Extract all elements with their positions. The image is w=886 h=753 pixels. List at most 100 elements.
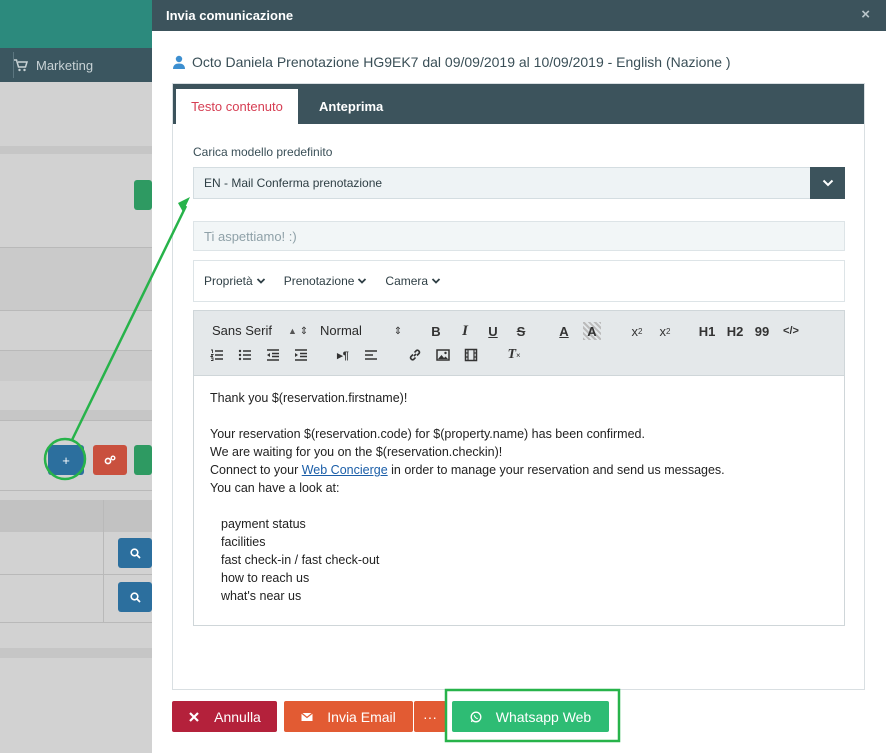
superscript-mark: 2 bbox=[666, 326, 671, 336]
template-label: Carica modello predefinito bbox=[193, 145, 333, 159]
guest-reservation-info: Octo Daniela Prenotazione HG9EK7 dal 09/… bbox=[172, 54, 731, 70]
guest-line-text: Octo Daniela Prenotazione HG9EK7 dal 09/… bbox=[192, 54, 731, 70]
clear-format-icon[interactable]: T × bbox=[505, 346, 523, 364]
send-email-button-label: Invia Email bbox=[327, 708, 396, 725]
tab-anteprima[interactable]: Anteprima bbox=[319, 89, 383, 124]
chevron-down-icon[interactable] bbox=[810, 167, 845, 199]
underline-icon[interactable]: U bbox=[484, 322, 502, 340]
template-select-value: EN - Mail Conferma prenotazione bbox=[204, 176, 383, 190]
bg-divider bbox=[0, 490, 152, 491]
email-body-editor[interactable]: Thank you $(reservation.firstname)! Your… bbox=[193, 376, 845, 626]
editor-toolbar: Sans Serif ▲ Normal ⇕ ⇕ B I U S A A x2 x… bbox=[193, 310, 845, 376]
strikethrough-icon[interactable]: S bbox=[512, 322, 530, 340]
sort-icon: ⇕ bbox=[393, 325, 403, 337]
bg-band bbox=[0, 410, 152, 420]
list-item: payment status bbox=[221, 517, 306, 531]
body-text: in order to manage your reservation and … bbox=[387, 463, 725, 477]
send-email-button[interactable]: Invia Email bbox=[284, 701, 413, 732]
tab-bar: Testo contenuto Anteprima bbox=[173, 84, 864, 124]
dropdown-prenotazione[interactable]: Prenotazione bbox=[284, 274, 368, 288]
blockquote-icon[interactable]: 99 bbox=[753, 322, 771, 340]
body-line: Your reservation $(reservation.code) for… bbox=[210, 427, 645, 441]
text-direction-icon[interactable]: ▸¶ bbox=[334, 346, 352, 364]
code-icon[interactable]: </> bbox=[780, 322, 802, 340]
nav-item-label: Marketing bbox=[36, 57, 94, 73]
bold-icon[interactable]: B bbox=[427, 322, 445, 340]
send-communication-modal: Invia comunicazione × Octo Daniela Preno… bbox=[152, 0, 886, 753]
search-icon bbox=[118, 538, 152, 568]
background-topbar bbox=[0, 0, 152, 48]
bg-red-button bbox=[93, 445, 127, 475]
list-item: fast check-in / fast check-out bbox=[221, 553, 380, 567]
close-icon[interactable]: × bbox=[861, 6, 870, 23]
web-concierge-link[interactable]: Web Concierge bbox=[302, 463, 388, 477]
template-select[interactable]: EN - Mail Conferma prenotazione bbox=[193, 167, 845, 199]
cogs-icon bbox=[104, 455, 116, 465]
bg-divider bbox=[0, 622, 152, 623]
body-text: Connect to your bbox=[210, 463, 302, 477]
body-line: You can have a look at: bbox=[210, 481, 340, 495]
tab-testo-contenuto[interactable]: Testo contenuto bbox=[176, 89, 298, 124]
bg-table-header bbox=[0, 500, 152, 532]
whatsapp-web-button-label: Whatsapp Web bbox=[495, 708, 592, 725]
dropdown-proprieta[interactable]: Proprietà bbox=[204, 274, 266, 288]
italic-icon[interactable]: I bbox=[456, 322, 474, 340]
bg-divider bbox=[0, 574, 152, 575]
text-color-icon[interactable]: A bbox=[555, 322, 573, 340]
image-icon[interactable] bbox=[434, 346, 452, 364]
body-greeting: Thank you $(reservation.firstname)! bbox=[210, 391, 408, 405]
subscript-icon[interactable]: x2 bbox=[626, 322, 648, 340]
list-item: facilities bbox=[221, 535, 266, 549]
bullet-list-icon[interactable] bbox=[236, 346, 254, 364]
user-icon bbox=[173, 55, 185, 69]
outdent-icon[interactable] bbox=[264, 346, 282, 364]
bg-green-button bbox=[134, 445, 152, 475]
font-size-select[interactable]: Normal bbox=[320, 323, 362, 338]
list-item: what's near us bbox=[221, 589, 302, 603]
dropdown-label: Prenotazione bbox=[283, 274, 355, 288]
link-icon[interactable] bbox=[406, 346, 424, 364]
dropdown-label: Camera bbox=[385, 274, 429, 288]
dropdown-label: Proprietà bbox=[204, 274, 253, 288]
video-icon[interactable] bbox=[462, 346, 480, 364]
modal-title: Invia comunicazione bbox=[166, 8, 294, 23]
heading-1-icon[interactable]: H1 bbox=[696, 322, 718, 340]
whatsapp-web-button[interactable]: Whatsapp Web bbox=[452, 701, 609, 732]
search-icon bbox=[118, 582, 152, 612]
chevron-down-icon bbox=[256, 278, 265, 284]
bg-band bbox=[0, 146, 152, 154]
envelope-icon bbox=[301, 712, 314, 721]
font-size-value: Normal bbox=[320, 323, 362, 338]
heading-2-icon[interactable]: H2 bbox=[724, 322, 746, 340]
modal-header: Invia comunicazione × bbox=[152, 0, 886, 31]
nav-item-marketing[interactable]: Marketing bbox=[14, 48, 93, 82]
font-family-select[interactable]: Sans Serif ▲ bbox=[212, 323, 297, 338]
whatsapp-icon bbox=[470, 711, 482, 722]
cart-icon bbox=[14, 58, 28, 71]
body-line: We are waiting for you on the $(reservat… bbox=[210, 445, 503, 459]
font-family-value: Sans Serif bbox=[212, 323, 272, 338]
dropdown-camera[interactable]: Camera bbox=[385, 274, 441, 288]
chevron-down-icon bbox=[431, 278, 441, 284]
bg-column-divider bbox=[103, 500, 104, 622]
ordered-list-icon[interactable] bbox=[208, 346, 226, 364]
indent-icon[interactable] bbox=[292, 346, 310, 364]
bg-band bbox=[0, 648, 152, 658]
placeholder-menu-bar: Proprietà Prenotazione Camera bbox=[193, 260, 845, 302]
add-icon: + bbox=[48, 445, 84, 475]
close-icon bbox=[189, 711, 199, 722]
bg-band bbox=[0, 248, 152, 310]
bg-band bbox=[0, 351, 152, 381]
superscript-icon[interactable]: x2 bbox=[654, 322, 676, 340]
bg-green-button bbox=[134, 180, 152, 210]
sort-icon: ⇕ bbox=[299, 325, 309, 337]
cancel-button-label: Annulla bbox=[214, 708, 261, 725]
subject-input[interactable] bbox=[193, 221, 845, 251]
cancel-button[interactable]: Annulla bbox=[172, 701, 277, 732]
background-color-icon[interactable]: A bbox=[583, 322, 601, 340]
align-icon[interactable] bbox=[362, 346, 380, 364]
more-options-button[interactable]: ··· bbox=[414, 701, 446, 732]
content-panel: Testo contenuto Anteprima Carica modello… bbox=[172, 83, 865, 690]
